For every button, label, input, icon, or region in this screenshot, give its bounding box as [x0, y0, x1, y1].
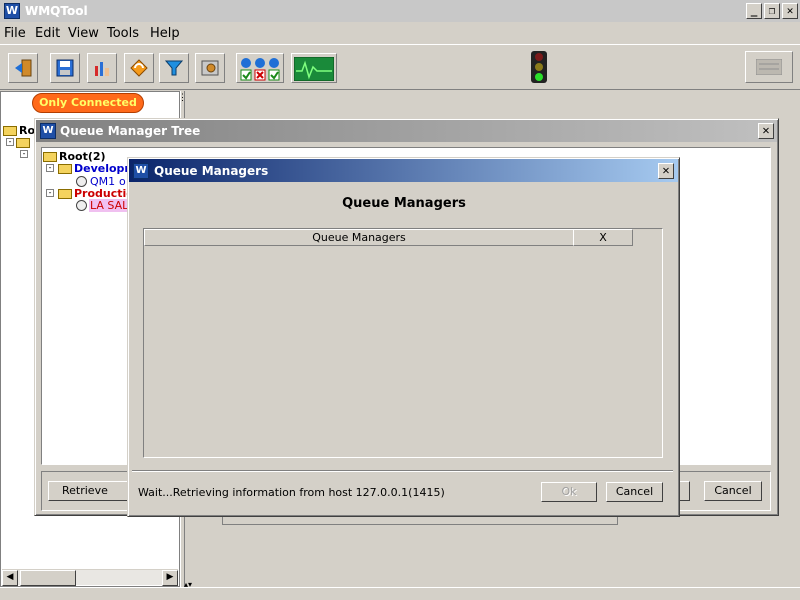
qm-ok-button[interactable]: Ok — [541, 482, 597, 502]
grip-arrows-icon[interactable]: ▴▾ — [184, 580, 192, 589]
retrieve-queue-button[interactable]: Retrieve Queu — [48, 481, 132, 501]
queue-manager-icon — [76, 200, 87, 211]
menu-edit[interactable]: Edit — [35, 26, 60, 41]
menu-tools[interactable]: Tools — [107, 26, 139, 41]
right-panel-frame — [222, 517, 618, 525]
refresh-button[interactable] — [124, 53, 154, 83]
dialog-logo-icon: W — [133, 163, 149, 179]
qmt-cancel-button[interactable]: Cancel — [704, 481, 762, 501]
tree-expand-icon[interactable]: - — [20, 150, 28, 158]
status-bar — [0, 587, 800, 600]
app-logo-icon: W — [4, 3, 20, 19]
save-icon — [56, 59, 74, 77]
monitor-icon — [294, 57, 334, 81]
toolbar — [0, 44, 800, 90]
folder-icon — [58, 164, 72, 174]
minimize-button[interactable]: _ — [746, 3, 762, 19]
qm-cancel-button[interactable]: Cancel — [606, 482, 663, 502]
menu-bar: File Edit View Tools Help — [0, 22, 800, 44]
tree-expand-icon[interactable]: - — [46, 189, 54, 197]
chart-hand-icon — [95, 62, 109, 76]
queue-managers-table[interactable] — [143, 228, 663, 458]
filter-button[interactable] — [159, 53, 189, 83]
filter-icon — [164, 60, 184, 76]
panel-icon — [756, 59, 782, 75]
settings-icon — [201, 60, 219, 76]
tree-expand-icon[interactable]: - — [6, 138, 14, 146]
traffic-light-icon — [531, 51, 547, 83]
folder-icon — [3, 126, 17, 136]
scroll-right-icon[interactable]: ▶ — [162, 570, 178, 586]
qm-heading: Queue Managers — [342, 196, 466, 211]
column-header-x[interactable]: X — [573, 229, 633, 246]
queue-manager-icon — [76, 176, 87, 187]
menu-help[interactable]: Help — [150, 26, 180, 41]
titlebar-background — [0, 0, 800, 22]
close-window-button[interactable]: ✕ — [782, 3, 798, 19]
refresh-icon — [130, 59, 148, 77]
connection-status-button[interactable] — [236, 53, 284, 83]
left-tree-root[interactable]: Ro — [19, 124, 35, 137]
settings-button[interactable] — [195, 53, 225, 83]
exit-button[interactable] — [8, 53, 38, 83]
only-connected-toggle[interactable]: Only Connected — [32, 93, 144, 113]
main-titlebar — [0, 0, 800, 22]
chart-button[interactable] — [87, 53, 117, 83]
connection-status-icon — [240, 58, 280, 81]
panel-button[interactable] — [745, 51, 793, 83]
folder-icon — [43, 152, 57, 162]
exit-icon — [15, 59, 32, 77]
scroll-thumb[interactable] — [20, 570, 76, 586]
qm-close-button[interactable]: ✕ — [658, 163, 674, 179]
folder-icon — [58, 189, 72, 199]
tree-node-la-sal[interactable]: LA SAL — [89, 199, 130, 212]
left-horizontal-scrollbar[interactable]: ◀ ▶ — [2, 569, 178, 586]
save-button[interactable] — [50, 53, 80, 83]
menu-file[interactable]: File — [4, 26, 26, 41]
dialog-logo-icon: W — [40, 123, 56, 139]
folder-icon — [16, 138, 30, 148]
qmt-close-button[interactable]: ✕ — [758, 123, 774, 139]
menu-view[interactable]: View — [68, 26, 99, 41]
qmt-title: Queue Manager Tree — [60, 124, 201, 138]
tree-expand-icon[interactable]: - — [46, 164, 54, 172]
scroll-left-icon[interactable]: ◀ — [2, 570, 18, 586]
app-title: WMQTool — [25, 4, 88, 18]
restore-button[interactable]: ❐ — [764, 3, 780, 19]
monitor-button[interactable] — [291, 53, 337, 83]
qm-title: Queue Managers — [154, 164, 269, 178]
column-header-queue-managers[interactable]: Queue Managers — [144, 229, 574, 246]
qm-status-text: Wait...Retrieving information from host … — [138, 486, 445, 499]
qm-separator — [132, 470, 673, 472]
